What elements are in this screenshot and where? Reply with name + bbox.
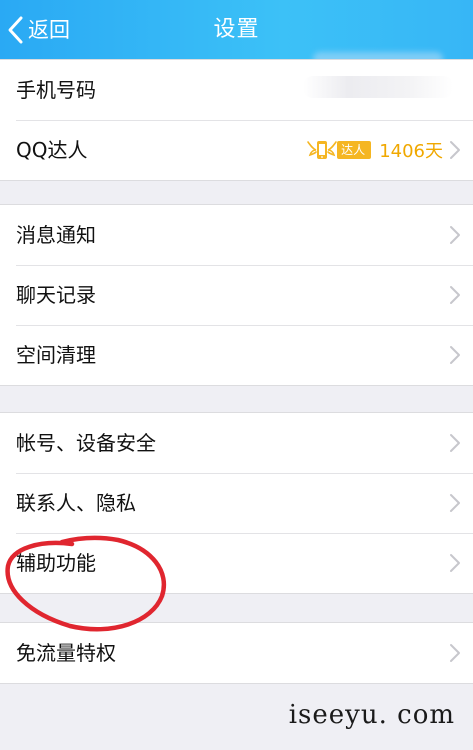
chevron-right-icon bbox=[450, 434, 460, 452]
settings-item-notifications[interactable]: 消息通知 bbox=[0, 205, 473, 265]
phone-wings-icon bbox=[307, 141, 337, 159]
phone-number-value-blurred bbox=[303, 76, 453, 98]
settings-group-account: 手机号码 QQ达人 达人 1406天 bbox=[0, 59, 473, 181]
chevron-right-icon bbox=[450, 286, 460, 304]
settings-item-qq-daren[interactable]: QQ达人 达人 1406天 bbox=[0, 120, 473, 180]
settings-item-account-security[interactable]: 帐号、设备安全 bbox=[0, 413, 473, 473]
settings-item-accessibility[interactable]: 辅助功能 bbox=[0, 533, 473, 593]
chevron-right-icon bbox=[450, 554, 460, 572]
daren-badge: 达人 bbox=[305, 137, 372, 163]
chevron-right-icon bbox=[450, 494, 460, 512]
settings-item-label: 消息通知 bbox=[16, 223, 96, 247]
settings-group-privileges: 免流量特权 bbox=[0, 622, 473, 684]
settings-item-label: QQ达人 bbox=[16, 138, 88, 162]
settings-item-storage-cleanup[interactable]: 空间清理 bbox=[0, 325, 473, 385]
settings-item-free-data[interactable]: 免流量特权 bbox=[0, 623, 473, 683]
page-title: 设置 bbox=[213, 17, 260, 42]
navigation-bar: 返回 设置 bbox=[0, 0, 473, 60]
settings-group-security: 帐号、设备安全 联系人、隐私 辅助功能 bbox=[0, 412, 473, 594]
chevron-right-icon bbox=[450, 644, 460, 662]
watermark: iseeyu. com bbox=[288, 700, 455, 730]
chevron-right-icon bbox=[450, 346, 460, 364]
settings-item-label: 空间清理 bbox=[16, 343, 96, 367]
settings-item-label: 聊天记录 bbox=[16, 283, 96, 307]
daren-status: 达人 1406天 bbox=[305, 136, 443, 164]
settings-item-label: 帐号、设备安全 bbox=[16, 431, 156, 455]
settings-item-label: 联系人、隐私 bbox=[16, 491, 136, 515]
daren-badge-label: 达人 bbox=[337, 141, 372, 159]
settings-item-contacts-privacy[interactable]: 联系人、隐私 bbox=[0, 473, 473, 533]
settings-item-chat-history[interactable]: 聊天记录 bbox=[0, 265, 473, 325]
settings-item-label: 辅助功能 bbox=[16, 551, 96, 575]
settings-item-phone-number[interactable]: 手机号码 bbox=[0, 60, 473, 120]
settings-group-messages: 消息通知 聊天记录 空间清理 bbox=[0, 204, 473, 386]
chevron-right-icon bbox=[450, 141, 460, 159]
settings-item-label: 手机号码 bbox=[16, 78, 96, 102]
chevron-right-icon bbox=[450, 226, 460, 244]
settings-item-label: 免流量特权 bbox=[16, 641, 116, 665]
daren-days: 1406天 bbox=[379, 141, 443, 162]
